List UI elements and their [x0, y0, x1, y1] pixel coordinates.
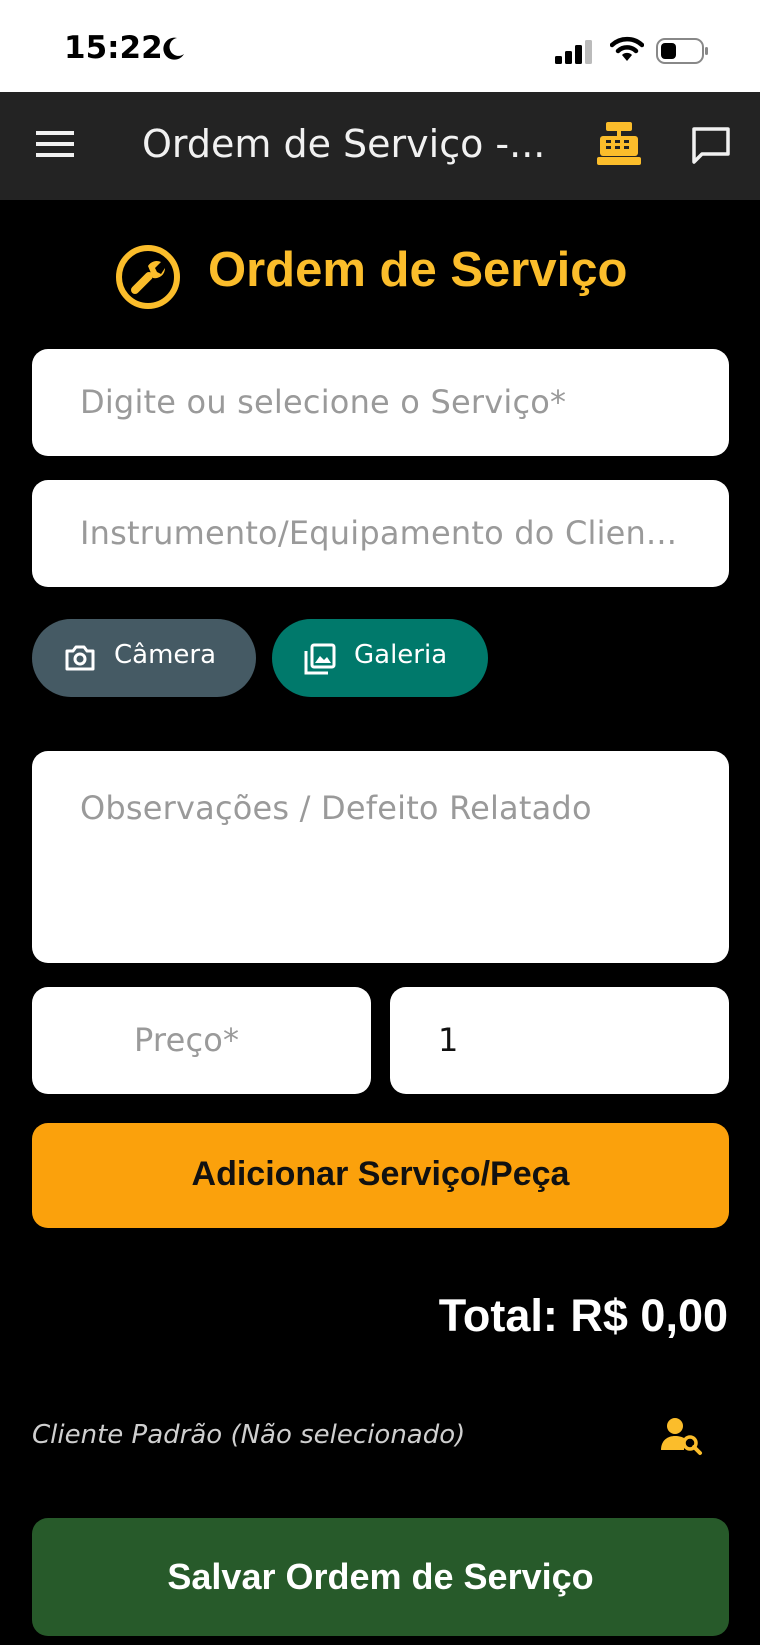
chat-icon[interactable] — [690, 126, 732, 166]
instrument-input[interactable]: Instrumento/Equipamento do Clien... — [32, 480, 729, 587]
page-title: Ordem de Serviço -... — [142, 122, 546, 166]
gallery-button[interactable]: Galeria — [272, 619, 488, 697]
camera-button[interactable]: Câmera — [32, 619, 256, 697]
camera-icon — [65, 645, 95, 671]
gallery-label: Galeria — [354, 640, 448, 670]
user-search-icon[interactable] — [660, 1416, 704, 1456]
menu-icon[interactable] — [36, 130, 74, 158]
app-bar: Ordem de Serviço -... — [0, 92, 760, 200]
status-bar: 15:22 — [0, 0, 760, 92]
save-order-label: Salvar Ordem de Serviço — [167, 1556, 594, 1597]
cash-register-icon[interactable] — [596, 120, 642, 166]
moon-icon — [163, 37, 184, 60]
service-input[interactable]: Digite ou selecione o Serviço* — [32, 349, 729, 456]
notes-placeholder: Observações / Defeito Relatado — [80, 789, 592, 827]
save-order-button[interactable]: Salvar Ordem de Serviço — [32, 1518, 729, 1636]
service-placeholder: Digite ou selecione o Serviço* — [80, 383, 567, 421]
quantity-value: 1 — [438, 1021, 459, 1059]
notes-textarea[interactable]: Observações / Defeito Relatado — [32, 751, 729, 963]
signal-icon — [555, 40, 592, 64]
battery-icon — [656, 38, 708, 64]
instrument-placeholder: Instrumento/Equipamento do Clien... — [80, 514, 678, 552]
wifi-icon — [610, 36, 644, 61]
form-title: Ordem de Serviço — [208, 243, 628, 297]
form-heading: Ordem de Serviço — [0, 238, 760, 309]
wrench-icon — [116, 245, 180, 309]
add-service-button[interactable]: Adicionar Serviço/Peça — [32, 1123, 729, 1228]
gallery-icon — [304, 643, 336, 675]
quantity-input[interactable]: 1 — [390, 987, 729, 1094]
status-time: 15:22 — [64, 30, 163, 66]
add-service-label: Adicionar Serviço/Peça — [191, 1155, 570, 1193]
price-input[interactable]: Preço* — [32, 987, 371, 1094]
camera-label: Câmera — [114, 640, 217, 670]
price-placeholder: Preço* — [134, 1021, 240, 1059]
client-label: Cliente Padrão (Não selecionado) — [32, 1420, 466, 1450]
total-amount: Total: R$ 0,00 — [438, 1290, 728, 1341]
